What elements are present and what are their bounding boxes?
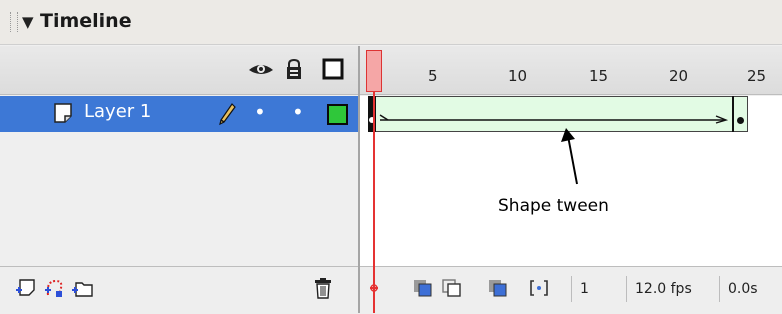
- frame-rate-readout[interactable]: 12.0 fps: [626, 276, 717, 302]
- outline-color-swatch[interactable]: [327, 104, 348, 125]
- frame-number-10: 10: [508, 67, 528, 85]
- pencil-icon: [219, 103, 236, 126]
- insert-layer-folder-icon[interactable]: [70, 277, 96, 299]
- frame-header: [0, 46, 782, 95]
- insert-layer-icon[interactable]: [14, 277, 38, 299]
- frame-number-25: 25: [747, 67, 767, 85]
- end-keyframe-dot[interactable]: [737, 117, 744, 124]
- add-motion-guide-icon[interactable]: [42, 277, 66, 299]
- layer-name[interactable]: Layer 1: [84, 101, 151, 122]
- layer-frames-divider[interactable]: [358, 46, 360, 313]
- annotation-label: Shape tween: [498, 196, 609, 216]
- outline-square-icon[interactable]: [322, 58, 346, 80]
- edit-multiple-frames-icon[interactable]: [487, 278, 509, 298]
- frame-number-5: 5: [428, 67, 438, 85]
- playhead-line: [373, 92, 375, 313]
- onion-skin-icon[interactable]: [412, 278, 434, 298]
- lock-icon[interactable]: [284, 58, 304, 80]
- modify-onion-markers-icon[interactable]: [528, 278, 550, 298]
- playhead-marker[interactable]: [366, 50, 382, 92]
- timeline-panel: ▼ Timeline 1 5 10 15 20 25 Layer 1 • •: [0, 0, 782, 314]
- trash-icon[interactable]: [313, 277, 333, 299]
- onion-skin-outlines-icon[interactable]: [441, 278, 463, 298]
- frame-number-15: 15: [589, 67, 609, 85]
- eye-icon[interactable]: [247, 58, 275, 80]
- frame-number-20: 20: [669, 67, 689, 85]
- layer-icon: [54, 103, 72, 123]
- elapsed-time-readout: 0.0s: [719, 276, 778, 302]
- tween-arrow: [379, 114, 729, 124]
- annotation-arrow-icon: [561, 128, 578, 185]
- panel-title-bar[interactable]: ▼ Timeline: [0, 0, 782, 45]
- lock-dot[interactable]: •: [292, 100, 304, 124]
- panel-title: Timeline: [40, 10, 132, 32]
- grip-handle-icon[interactable]: [10, 12, 18, 32]
- visibility-dot[interactable]: •: [254, 100, 266, 124]
- current-frame-readout[interactable]: 1: [571, 276, 626, 302]
- collapse-arrow-icon[interactable]: ▼: [22, 13, 34, 31]
